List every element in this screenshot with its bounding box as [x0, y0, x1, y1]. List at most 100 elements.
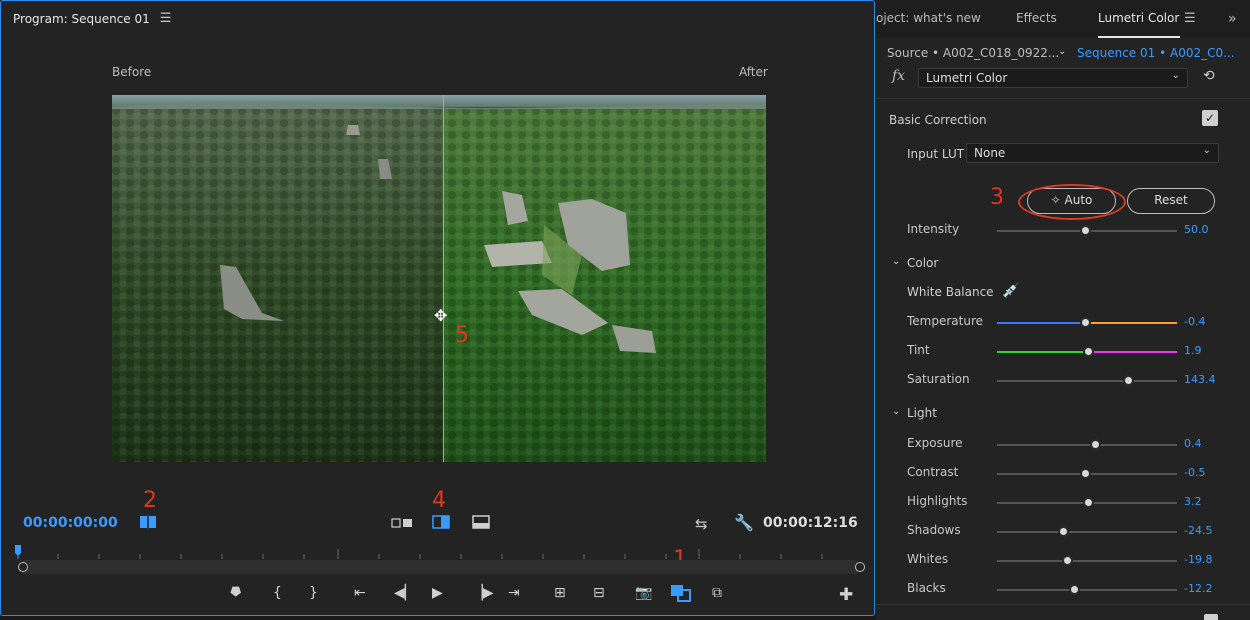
- saturation-label: Saturation: [907, 372, 970, 386]
- saturation-row: Saturation 143.4: [907, 372, 1227, 390]
- side-by-side-icon[interactable]: [391, 517, 413, 532]
- expand-tabs-icon[interactable]: »: [1228, 11, 1237, 27]
- swap-icon[interactable]: ⇆: [695, 515, 708, 533]
- highlights-slider-thumb[interactable]: [1083, 497, 1095, 508]
- creative-checkbox[interactable]: [1204, 614, 1218, 620]
- lumetri-panel: oject: what's new Effects Lumetri Color …: [876, 0, 1250, 620]
- saturation-slider-thumb[interactable]: [1122, 375, 1134, 386]
- go-to-out-icon[interactable]: ⇥: [508, 585, 520, 601]
- add-marker-icon[interactable]: ⯂: [229, 585, 240, 601]
- shadows-slider[interactable]: [997, 531, 1177, 533]
- current-timecode[interactable]: 00:00:00:00: [23, 515, 118, 531]
- chevron-down-icon: ⌄: [1202, 145, 1211, 156]
- saturation-value[interactable]: 143.4: [1184, 373, 1216, 386]
- effect-dropdown[interactable]: Lumetri Color ⌄: [918, 68, 1188, 88]
- whites-slider[interactable]: [997, 560, 1177, 562]
- timeline-ruler[interactable]: [15, 545, 865, 575]
- step-forward-icon[interactable]: ▕▶: [472, 585, 494, 601]
- tint-value[interactable]: 1.9: [1184, 344, 1202, 357]
- step-back-icon[interactable]: ◀▏: [394, 585, 416, 601]
- split-drag-handle-icon[interactable]: ✥: [434, 306, 447, 325]
- contrast-slider-thumb[interactable]: [1079, 468, 1091, 479]
- saturation-slider[interactable]: [997, 380, 1177, 382]
- mark-out-icon[interactable]: }: [309, 585, 318, 601]
- reset-effect-icon[interactable]: ⟲: [1203, 68, 1215, 84]
- timeline-track[interactable]: [23, 560, 857, 574]
- fx-icon: fx: [892, 68, 906, 84]
- white-balance-label: White Balance: [907, 285, 994, 299]
- mark-in-icon[interactable]: {: [273, 585, 282, 601]
- source-clip-label[interactable]: Source • A002_C018_0922...: [887, 46, 1059, 60]
- exposure-row: Exposure 0.4: [907, 436, 1227, 454]
- overlay-icon[interactable]: ⧉: [712, 585, 722, 601]
- tint-row: Tint 1.9: [907, 343, 1227, 361]
- vertical-split-icon[interactable]: [432, 515, 450, 533]
- blacks-label: Blacks: [907, 581, 946, 595]
- tab-project[interactable]: oject: what's new: [876, 11, 981, 25]
- comparison-split-line[interactable]: [443, 95, 444, 462]
- wrench-icon[interactable]: 🔧: [734, 513, 754, 532]
- tint-label: Tint: [907, 343, 930, 357]
- panel-menu-icon[interactable]: ☰: [160, 11, 172, 26]
- reset-button[interactable]: Reset: [1127, 188, 1215, 214]
- ruler-ticks: [15, 545, 823, 559]
- comparison-view-toggle-icon[interactable]: [670, 584, 692, 606]
- after-label: After: [739, 65, 768, 79]
- color-collapse-icon[interactable]: ⌄: [892, 256, 900, 267]
- exposure-slider-thumb[interactable]: [1090, 439, 1102, 450]
- input-lut-dropdown[interactable]: None ⌄: [966, 143, 1219, 163]
- highlights-value[interactable]: 3.2: [1184, 495, 1202, 508]
- add-button-icon[interactable]: ✚: [839, 585, 853, 605]
- intensity-slider-thumb[interactable]: [1079, 225, 1091, 236]
- in-point-handle[interactable]: [18, 562, 28, 572]
- temperature-value[interactable]: -0.4: [1184, 315, 1205, 328]
- active-tab-indicator: [1098, 36, 1180, 38]
- chevron-down-icon[interactable]: ⌄: [1058, 46, 1066, 57]
- extract-icon[interactable]: ⊟: [593, 585, 605, 601]
- tab-menu-icon[interactable]: ☰: [1184, 11, 1196, 26]
- play-icon[interactable]: ▶: [432, 585, 443, 601]
- basic-correction-checkbox[interactable]: ✓: [1202, 110, 1218, 126]
- input-lut-label: Input LUT: [907, 147, 965, 161]
- exposure-slider[interactable]: [997, 444, 1177, 446]
- whites-value[interactable]: -19.8: [1184, 553, 1212, 566]
- tab-effects[interactable]: Effects: [1016, 11, 1057, 25]
- blacks-row: Blacks -12.2: [907, 581, 1227, 599]
- marker-2: 2: [143, 488, 157, 513]
- intensity-value[interactable]: 50.0: [1184, 223, 1209, 236]
- lift-icon[interactable]: ⊞: [554, 585, 566, 601]
- highlight-ring: [1018, 184, 1126, 220]
- chevron-down-icon: ⌄: [1171, 70, 1180, 81]
- divider: [876, 98, 1250, 99]
- sequence-clip-label[interactable]: Sequence 01 • A002_C0...: [1077, 46, 1235, 60]
- exposure-value[interactable]: 0.4: [1184, 437, 1202, 450]
- export-frame-icon[interactable]: 📷: [635, 585, 652, 601]
- marker-3: 3: [990, 185, 1004, 210]
- tint-slider-thumb[interactable]: [1083, 346, 1095, 357]
- intensity-label: Intensity: [907, 222, 960, 236]
- panel-tabs: oject: what's new Effects Lumetri Color …: [876, 0, 1250, 38]
- program-header: Program: Sequence 01 ☰: [13, 11, 172, 26]
- light-collapse-icon[interactable]: ⌄: [892, 406, 900, 417]
- blacks-slider-thumb[interactable]: [1068, 584, 1080, 595]
- blacks-value[interactable]: -12.2: [1184, 582, 1212, 595]
- program-monitor: Program: Sequence 01 ☰ Before After ✥ 5 …: [0, 0, 875, 616]
- blacks-slider[interactable]: [997, 589, 1177, 591]
- shadows-slider-thumb[interactable]: [1057, 526, 1069, 537]
- highlights-row: Highlights 3.2: [907, 494, 1227, 512]
- horizontal-split-icon[interactable]: [472, 515, 490, 533]
- tab-lumetri-color[interactable]: Lumetri Color: [1098, 11, 1179, 25]
- comparison-view-icon[interactable]: [139, 515, 157, 533]
- contrast-label: Contrast: [907, 465, 959, 479]
- out-point-handle[interactable]: [855, 562, 865, 572]
- intensity-row: Intensity 50.0: [907, 222, 1227, 240]
- video-frame[interactable]: ✥: [112, 95, 766, 462]
- contrast-value[interactable]: -0.5: [1184, 466, 1205, 479]
- shadows-value[interactable]: -24.5: [1184, 524, 1212, 537]
- eyedropper-icon[interactable]: 💉: [1002, 283, 1019, 299]
- whites-slider-thumb[interactable]: [1061, 555, 1073, 566]
- go-to-in-icon[interactable]: ⇤: [354, 585, 366, 601]
- contrast-row: Contrast -0.5: [907, 465, 1227, 483]
- temperature-slider-thumb[interactable]: [1079, 317, 1091, 328]
- highlights-label: Highlights: [907, 494, 968, 508]
